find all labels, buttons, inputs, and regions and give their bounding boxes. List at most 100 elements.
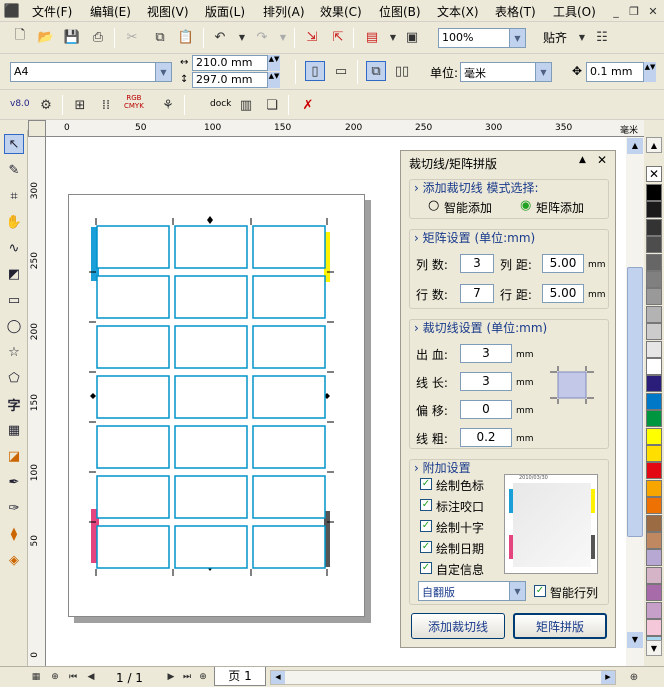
chevron-down-icon[interactable]: ▼ xyxy=(155,63,171,81)
imposed-card[interactable] xyxy=(96,475,170,519)
color-swatch[interactable] xyxy=(646,305,662,323)
import-icon[interactable]: ⇲ xyxy=(302,27,322,47)
imposed-card[interactable] xyxy=(174,425,248,469)
paper-size-select[interactable]: A4 ▼ xyxy=(10,62,172,82)
imposed-card[interactable] xyxy=(174,225,248,269)
thickness-input[interactable]: 0.2 xyxy=(460,428,512,447)
menu-view[interactable]: 视图(V) xyxy=(147,3,189,20)
eyedropper-icon[interactable]: ✒ xyxy=(4,472,24,492)
smart-fill-icon[interactable]: ◩ xyxy=(4,264,24,284)
options-icon[interactable]: ☷ xyxy=(592,27,612,47)
last-page-icon[interactable]: ⏭ xyxy=(180,668,194,686)
export-icon[interactable]: ⇱ xyxy=(328,27,348,47)
chevron-down-icon[interactable]: ▼ xyxy=(535,63,551,81)
add-page-after-icon[interactable]: ⊕ xyxy=(196,668,210,686)
first-page-icon[interactable]: ⏮ xyxy=(66,668,80,686)
color-swatch[interactable] xyxy=(646,566,662,584)
imposed-card[interactable] xyxy=(174,275,248,319)
color-swatch[interactable] xyxy=(646,218,662,236)
color-swatch[interactable] xyxy=(646,619,662,636)
layout-icon[interactable]: ▦ xyxy=(28,668,44,686)
rectangle-tool-icon[interactable]: ▭ xyxy=(4,290,24,310)
open-icon[interactable]: 📂 xyxy=(36,27,56,47)
menu-effects[interactable]: 效果(C) xyxy=(320,3,362,20)
undo-icon[interactable]: ↶ xyxy=(210,27,230,47)
scroll-right-icon[interactable]: ▶ xyxy=(601,671,615,684)
remove-icon[interactable]: ✗ xyxy=(298,95,318,115)
collapse-icon[interactable]: ▲ xyxy=(579,155,586,165)
imposed-card[interactable] xyxy=(252,325,326,369)
width-spinner[interactable]: ▲▼ xyxy=(268,55,280,71)
horizontal-ruler[interactable]: 0 50 100 150 200 250 300 350 毫米 xyxy=(28,120,644,137)
page-tab[interactable]: 页 1 xyxy=(214,667,266,686)
smart-arrange-label[interactable]: 智能行列 xyxy=(550,584,598,601)
color-swatch[interactable] xyxy=(646,549,662,567)
scroll-left-icon[interactable]: ◀ xyxy=(271,671,285,684)
imposed-card[interactable] xyxy=(252,425,326,469)
interactive-blend-icon[interactable]: ◪ xyxy=(4,446,24,466)
custom-info-checkbox[interactable]: ✓ xyxy=(420,562,432,574)
radio-matrix-label[interactable]: 矩阵添加 xyxy=(536,199,584,216)
copy-icon[interactable]: ⧉ xyxy=(150,27,170,47)
redo-icon[interactable]: ↷ xyxy=(252,27,272,47)
new-icon[interactable]: 🗋 xyxy=(10,27,30,47)
dock-label[interactable]: dock xyxy=(210,99,231,109)
nudge-distance-input[interactable]: 0.1 mm xyxy=(586,62,644,82)
imposed-card[interactable] xyxy=(96,425,170,469)
imposed-card[interactable] xyxy=(96,325,170,369)
imposed-card[interactable] xyxy=(252,475,326,519)
preset-select[interactable]: 自翻版 ▼ xyxy=(418,581,526,601)
rgb-cmyk-icon[interactable]: RGB CMYK xyxy=(124,94,144,110)
portrait-icon[interactable]: ▯ xyxy=(305,61,325,81)
page-height-input[interactable]: 297.0 mm xyxy=(192,72,268,88)
color-swatch[interactable] xyxy=(646,201,662,219)
mark-gripper-label[interactable]: 标注咬口 xyxy=(436,498,484,515)
polygon-tool-icon[interactable]: ☆ xyxy=(4,342,24,362)
add-crop-marks-button[interactable]: 添加裁切线 xyxy=(411,613,505,639)
color-swatch[interactable] xyxy=(646,323,662,341)
save-icon[interactable]: 💾 xyxy=(62,27,82,47)
menu-file[interactable]: 文件(F) xyxy=(32,3,72,20)
add-page-before-icon[interactable]: ⊕ xyxy=(48,668,62,686)
length-input[interactable]: 3 xyxy=(460,372,512,391)
chevron-down-icon[interactable]: ▼ xyxy=(383,27,403,47)
guides-icon[interactable]: ⁞⁞ xyxy=(96,95,116,115)
close-icon[interactable]: ✕ xyxy=(597,153,607,167)
smart-arrange-checkbox[interactable]: ✓ xyxy=(534,585,546,597)
minimize-icon[interactable]: _ xyxy=(606,1,626,21)
color-swatch[interactable] xyxy=(646,479,662,497)
imposed-card[interactable] xyxy=(252,525,326,569)
app-icon[interactable]: ⬛ xyxy=(2,1,22,21)
chevron-down-icon[interactable]: ▼ xyxy=(509,582,525,600)
imposed-card[interactable] xyxy=(252,225,326,269)
mark-gripper-checkbox[interactable]: ✓ xyxy=(420,499,432,511)
close-icon[interactable]: ✕ xyxy=(643,1,663,21)
color-swatch[interactable] xyxy=(646,497,662,515)
draw-color-bar-checkbox[interactable]: ✓ xyxy=(420,478,432,490)
layers-icon[interactable]: ❏ xyxy=(262,95,282,115)
imposed-card[interactable] xyxy=(252,275,326,319)
color-swatch[interactable] xyxy=(646,375,662,393)
bleed-input[interactable]: 3 xyxy=(460,344,512,363)
color-swatch[interactable] xyxy=(646,236,662,254)
barcode-icon[interactable]: ▥ xyxy=(236,95,256,115)
next-page-icon[interactable]: ▶ xyxy=(164,668,178,686)
draw-cross-checkbox[interactable]: ✓ xyxy=(420,520,432,532)
imposed-card[interactable] xyxy=(174,525,248,569)
draw-cross-label[interactable]: 绘制十字 xyxy=(436,519,484,536)
current-page-icon[interactable]: ▯▯ xyxy=(392,61,412,81)
color-swatch[interactable] xyxy=(646,601,662,619)
imposed-card[interactable] xyxy=(174,375,248,419)
palette-scroll-up-icon[interactable]: ▲ xyxy=(646,137,662,153)
row-spacing-input[interactable]: 5.00 xyxy=(542,284,584,303)
restore-icon[interactable]: ❐ xyxy=(624,1,644,21)
palette-scroll-down-icon[interactable]: ▼ xyxy=(646,640,662,656)
shape-tool-icon[interactable]: ✎ xyxy=(4,160,24,180)
color-swatch[interactable] xyxy=(646,271,662,288)
menu-layout[interactable]: 版面(L) xyxy=(205,3,245,20)
horizontal-scrollbar[interactable]: ◀ ▶ xyxy=(270,670,616,685)
paste-icon[interactable]: 📋 xyxy=(176,27,196,47)
cut-icon[interactable]: ✂ xyxy=(122,27,142,47)
snap-label[interactable]: 贴齐 xyxy=(543,29,567,46)
color-swatch[interactable] xyxy=(646,584,662,602)
